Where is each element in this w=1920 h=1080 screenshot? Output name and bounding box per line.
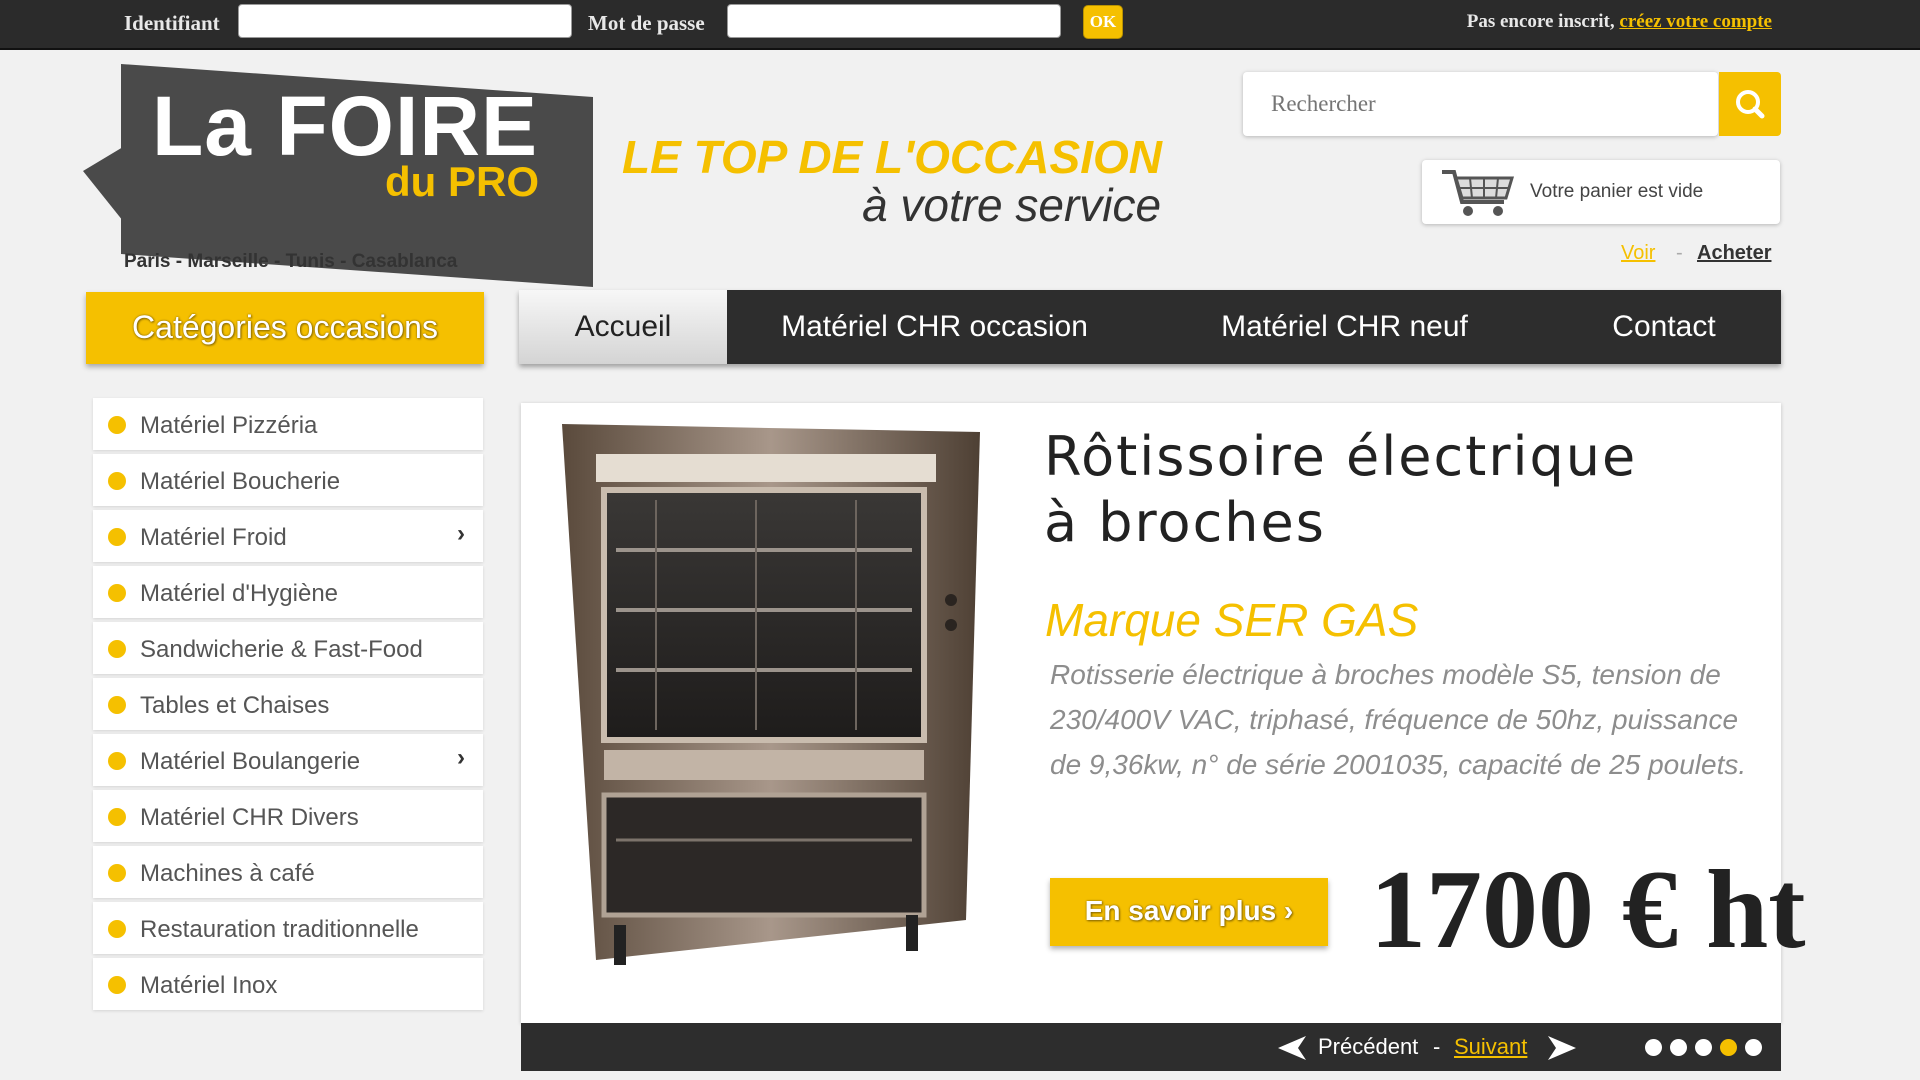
slider-separator: - <box>1433 1034 1441 1059</box>
slider-nav-bar <box>521 1023 1781 1071</box>
product-title-line-2: à broches <box>1044 491 1326 554</box>
categories-button[interactable]: Catégories occasions <box>86 292 484 364</box>
product-description: Rotisserie électrique à broches modèle S… <box>1050 659 1747 780</box>
nav-chr-used[interactable]: Matériel CHR occasion <box>727 290 1142 364</box>
search-input[interactable] <box>1243 72 1718 136</box>
product-brand: Marque SER GAS <box>1045 594 1419 646</box>
search-icon <box>1736 90 1765 119</box>
bullet-dot <box>108 864 126 882</box>
slide-dot-4[interactable] <box>1720 1039 1737 1056</box>
register-text: Pas encore inscrit, <box>1466 11 1615 32</box>
main-nav: Accueil Matériel CHR occasion Matériel C… <box>519 290 1781 364</box>
sidebar-item-boulangerie[interactable]: Matériel Boulangerie › <box>93 734 483 786</box>
sidebar-item-sandwicherie[interactable]: Sandwicherie & Fast-Food <box>93 622 483 674</box>
category-sidebar: Matériel Pizzéria Matériel Boucherie Mat… <box>93 398 483 1014</box>
checkout-link[interactable]: Acheter <box>1697 242 1771 265</box>
sidebar-item-label: Matériel CHR Divers <box>140 804 359 831</box>
sidebar-item-label: Restauration traditionnelle <box>140 916 419 943</box>
bullet-dot <box>108 696 126 714</box>
slider-previous[interactable]: Précédent <box>1318 1034 1418 1060</box>
sidebar-item-chr-divers[interactable]: Matériel CHR Divers <box>93 790 483 842</box>
sidebar-item-restauration[interactable]: Restauration traditionnelle <box>93 902 483 954</box>
bullet-dot <box>108 472 126 490</box>
register-prompt: Pas encore inscrit, créez votre compte <box>1467 11 1772 33</box>
bullet-dot <box>108 752 126 770</box>
create-account-link[interactable]: créez votre compte <box>1619 11 1772 32</box>
bullet-dot <box>108 808 126 826</box>
logo-subtitle: du PRO <box>385 158 539 205</box>
sidebar-item-tables[interactable]: Tables et Chaises <box>93 678 483 730</box>
slide-dot-2[interactable] <box>1670 1039 1687 1056</box>
bullet-dot <box>108 584 126 602</box>
sidebar-item-label: Tables et Chaises <box>140 692 330 719</box>
sidebar-item-pizzeria[interactable]: Matériel Pizzéria <box>93 398 483 450</box>
sidebar-item-hygiene[interactable]: Matériel d'Hygiène <box>93 566 483 618</box>
learn-more-button[interactable]: En savoir plus › <box>1050 878 1328 946</box>
slider-next[interactable]: Suivant <box>1454 1034 1527 1060</box>
slide-dot-1[interactable] <box>1645 1039 1662 1056</box>
bullet-dot <box>108 976 126 994</box>
login-input[interactable] <box>238 4 572 38</box>
product-price: 1700 € ht <box>1370 848 1806 972</box>
chevron-right-icon: › <box>457 744 465 771</box>
sidebar-item-cafe[interactable]: Machines à café <box>93 846 483 898</box>
search-button[interactable] <box>1719 72 1781 136</box>
shopping-cart-icon <box>1442 170 1515 216</box>
product-title-line-1: Rôtissoire électrique <box>1044 425 1638 488</box>
password-input[interactable] <box>727 4 1061 38</box>
sidebar-item-label: Matériel d'Hygiène <box>140 580 339 607</box>
bullet-dot <box>108 920 126 938</box>
logo-cities: Paris - Marseille - Tunis - Casablanca <box>124 251 458 272</box>
sidebar-item-boucherie[interactable]: Matériel Boucherie <box>93 454 483 506</box>
sidebar-item-label: Machines à café <box>140 860 315 887</box>
sidebar-item-label: Matériel Froid <box>140 524 287 551</box>
arrow-right-icon[interactable] <box>1548 1036 1576 1060</box>
chevron-right-icon: › <box>457 520 465 547</box>
login-label: Identifiant <box>124 11 220 35</box>
slogan-line-2: à votre service <box>862 179 1162 231</box>
sidebar-item-label: Matériel Boucherie <box>140 468 341 495</box>
arrow-left-icon[interactable] <box>1278 1036 1306 1060</box>
password-label: Mot de passe <box>588 11 705 35</box>
nav-contact[interactable]: Contact <box>1547 290 1781 364</box>
sidebar-item-label: Matériel Inox <box>140 972 278 999</box>
logo-flap-shape <box>83 147 123 221</box>
sidebar-item-inox[interactable]: Matériel Inox <box>93 958 483 1010</box>
cart-link-separator: - <box>1676 242 1683 264</box>
sidebar-item-label: Matériel Boulangerie <box>140 748 361 775</box>
bullet-dot <box>108 416 126 434</box>
sidebar-item-label: Sandwicherie & Fast-Food <box>140 636 423 663</box>
slogan-line-1: LE TOP DE L'OCCASION <box>622 131 1162 183</box>
bullet-dot <box>108 640 126 658</box>
product-image[interactable] <box>556 420 986 980</box>
login-ok-button[interactable]: OK <box>1083 5 1123 39</box>
bullet-dot <box>108 528 126 546</box>
product-title: Rôtissoire électrique à broches <box>1044 424 1637 556</box>
cart-status: Votre panier est vide <box>1530 181 1704 202</box>
view-cart-link[interactable]: Voir <box>1621 242 1655 265</box>
sidebar-item-froid[interactable]: Matériel Froid › <box>93 510 483 562</box>
cart-box[interactable]: Votre panier est vide <box>1422 160 1780 224</box>
nav-chr-new[interactable]: Matériel CHR neuf <box>1142 290 1547 364</box>
nav-home[interactable]: Accueil <box>519 290 727 364</box>
sidebar-item-label: Matériel Pizzéria <box>140 412 318 439</box>
slide-dot-3[interactable] <box>1695 1039 1712 1056</box>
slide-dot-5[interactable] <box>1745 1039 1762 1056</box>
